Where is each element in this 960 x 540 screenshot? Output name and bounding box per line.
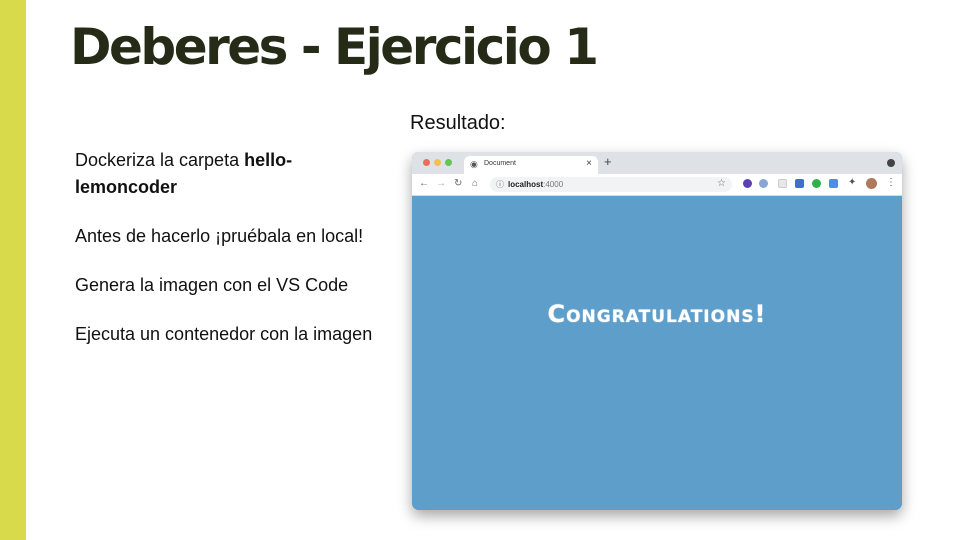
forward-icon[interactable]: → — [436, 177, 446, 191]
instruction-4: Ejecuta un contenedor con la imagen — [75, 324, 373, 344]
url-text[interactable]: localhost:4000 — [508, 180, 563, 189]
reload-icon[interactable]: ↻ — [454, 177, 462, 191]
result-label: Resultado: — [410, 112, 506, 134]
url-port: :4000 — [543, 180, 564, 189]
tab-title: Document — [484, 160, 516, 167]
back-icon[interactable]: ← — [419, 177, 429, 191]
globe-icon: ◉ — [470, 159, 478, 169]
more-menu-icon[interactable]: ⋮ — [886, 177, 896, 188]
extension-icon[interactable] — [795, 179, 804, 188]
instruction-3: Genera la imagen con el VS Code — [75, 275, 349, 295]
congratulations-heading: Congratulations! — [547, 300, 767, 328]
instruction-2: Antes de hacerlo ¡pruébala en local! — [75, 226, 364, 246]
address-bar[interactable]: ⓘ localhost:4000 ☆ — [490, 177, 732, 192]
home-icon[interactable]: ⌂ — [472, 177, 478, 191]
extension-icon[interactable] — [743, 179, 752, 188]
slide-title: Deberes - Ejercicio 1 — [70, 18, 599, 76]
new-tab-icon[interactable]: + — [604, 155, 612, 169]
tab-search-icon[interactable] — [887, 159, 895, 167]
extension-icon[interactable] — [778, 179, 787, 188]
avatar[interactable] — [866, 178, 877, 189]
close-window-button[interactable] — [423, 159, 430, 166]
page-viewport: Congratulations! — [412, 196, 902, 510]
info-icon[interactable]: ⓘ — [496, 179, 504, 190]
accent-bar — [0, 0, 26, 540]
extension-icon[interactable] — [812, 179, 821, 188]
instructions: Dockeriza la carpeta hello-lemoncoder An… — [75, 147, 375, 370]
url-host: localhost — [508, 180, 544, 189]
browser-toolbar: ← → ↻ ⌂ ⓘ localhost:4000 ☆ ✦ ⋮ — [412, 174, 902, 196]
browser-window: ◉ Document × + ← → ↻ ⌂ ⓘ localhost:4000 … — [412, 152, 902, 510]
extension-icon[interactable] — [829, 179, 838, 188]
bookmark-star-icon[interactable]: ☆ — [717, 178, 726, 189]
tab-document[interactable]: ◉ Document × — [464, 156, 598, 174]
close-tab-icon[interactable]: × — [586, 158, 592, 169]
minimize-window-button[interactable] — [434, 159, 441, 166]
maximize-window-button[interactable] — [445, 159, 452, 166]
instruction-1: Dockeriza la carpeta hello-lemoncoder — [75, 147, 375, 201]
extension-icon[interactable] — [759, 179, 768, 188]
tab-bar: ◉ Document × + — [412, 152, 902, 174]
instruction-1-text: Dockeriza la carpeta — [75, 150, 245, 170]
puzzle-icon[interactable]: ✦ — [848, 177, 856, 188]
